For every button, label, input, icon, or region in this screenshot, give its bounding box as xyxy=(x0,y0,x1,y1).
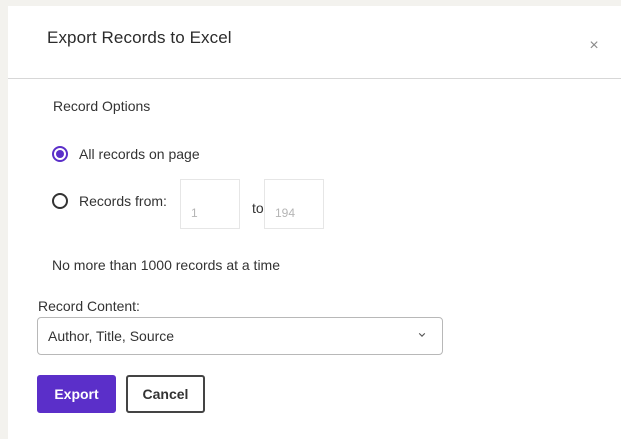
radio-label-records-from: Records from: xyxy=(79,193,167,209)
record-content-select[interactable]: Author, Title, Source xyxy=(37,317,443,355)
radio-label-all-records: All records on page xyxy=(79,146,200,162)
export-dialog: Export Records to Excel × Record Options… xyxy=(8,6,621,439)
cancel-button[interactable]: Cancel xyxy=(126,375,205,413)
radio-button[interactable] xyxy=(52,193,68,209)
export-button[interactable]: Export xyxy=(37,375,116,413)
record-options-label: Record Options xyxy=(53,98,151,114)
records-from-input[interactable] xyxy=(180,179,240,229)
dialog-title: Export Records to Excel xyxy=(47,28,232,47)
radio-records-from[interactable]: Records from: xyxy=(52,193,167,209)
records-limit-note: No more than 1000 records at a time xyxy=(52,257,281,273)
radio-all-records[interactable]: All records on page xyxy=(52,146,200,162)
close-icon[interactable]: × xyxy=(584,36,604,56)
dialog-header: Export Records to Excel × xyxy=(8,6,621,79)
radio-button-selected[interactable] xyxy=(52,146,68,162)
records-to-input[interactable] xyxy=(264,179,324,229)
record-content-value: Author, Title, Source xyxy=(48,328,175,344)
chevron-down-icon xyxy=(418,333,426,337)
record-content-label: Record Content: xyxy=(38,298,140,314)
range-to-label: to xyxy=(252,200,264,216)
